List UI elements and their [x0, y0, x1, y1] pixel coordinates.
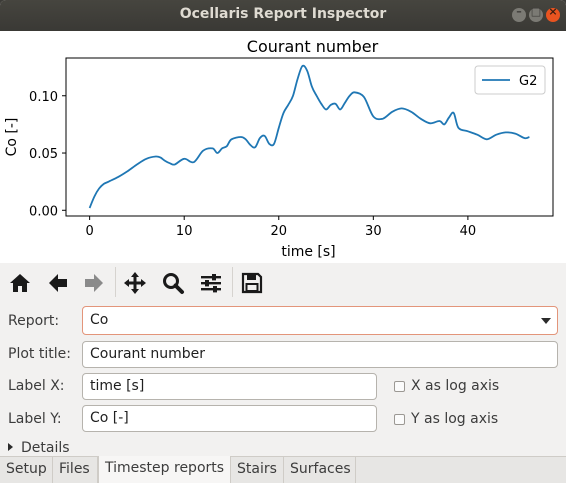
title-bar[interactable]: Ocellaris Report Inspector – □ × — [0, 0, 566, 31]
plot-title-input[interactable]: Courant number — [82, 341, 558, 368]
y-tick-label: 0.10 — [29, 90, 58, 105]
details-label: Details — [21, 440, 70, 456]
y-log-label: Y as log axis — [411, 411, 499, 427]
label-y-label: Label Y: — [8, 411, 62, 427]
y-tick-label: 0.05 — [29, 147, 58, 162]
tab-bar: Setup Files Timestep reports Stairs Surf… — [0, 456, 566, 483]
x-tick-label: 10 — [176, 224, 193, 239]
zoom-button[interactable] — [158, 268, 188, 298]
save-figure-button[interactable] — [237, 268, 267, 298]
x-tick-label: 40 — [460, 224, 477, 239]
window-title: Ocellaris Report Inspector — [179, 6, 387, 22]
back-button[interactable] — [43, 268, 73, 298]
arrow-left-icon — [49, 274, 67, 292]
tab-stairs[interactable]: Stairs — [231, 457, 284, 483]
chevron-down-icon — [541, 318, 551, 324]
minimize-button[interactable]: – — [512, 5, 526, 22]
chart-svg: Courant number 0 10 20 30 40 0.00 0.05 0.10 time … — [4, 37, 554, 260]
y-axis-label: Co [-] — [4, 118, 20, 157]
chart-title: Courant number — [247, 37, 379, 56]
report-label: Report: — [8, 313, 60, 329]
move-icon — [124, 272, 146, 294]
arrow-right-icon — [85, 274, 103, 292]
plot-title-label: Plot title: — [8, 346, 71, 362]
home-button[interactable] — [5, 268, 35, 298]
legend-label: G2 — [519, 74, 537, 89]
minimize-icon: – — [516, 5, 522, 18]
y-tick-label: 0.00 — [29, 204, 58, 219]
zoom-icon — [163, 273, 184, 294]
checkbox-box[interactable] — [394, 414, 405, 425]
x-tick-label: 30 — [365, 224, 382, 239]
home-icon — [10, 274, 30, 292]
report-select[interactable]: Co — [82, 306, 558, 335]
report-select-value: Co — [90, 312, 109, 328]
tab-timestep-reports[interactable]: Timestep reports — [98, 456, 231, 483]
label-y-input[interactable]: Co [-] — [82, 405, 377, 432]
x-axis-label: time [s] — [281, 244, 335, 260]
expand-triangle-icon — [8, 443, 13, 451]
maximize-button[interactable]: □ — [529, 5, 543, 22]
close-icon: × — [548, 5, 558, 18]
save-icon — [241, 272, 263, 294]
plot-toolbar — [0, 263, 566, 301]
x-log-label: X as log axis — [411, 378, 500, 394]
toolbar-separator — [115, 267, 116, 297]
forward-button[interactable] — [79, 268, 109, 298]
checkbox-box[interactable] — [394, 381, 405, 392]
tab-files[interactable]: Files — [53, 457, 98, 483]
app-window: Ocellaris Report Inspector – □ × Courant… — [0, 0, 566, 483]
x-tick-label: 0 — [86, 224, 94, 239]
sliders-icon — [201, 274, 221, 293]
close-button[interactable]: × — [546, 5, 560, 22]
label-x-input[interactable]: time [s] — [82, 373, 377, 400]
configure-subplots-button[interactable] — [196, 268, 226, 298]
label-x-label: Label X: — [8, 378, 65, 394]
toolbar-separator — [232, 267, 233, 297]
pan-button[interactable] — [120, 268, 150, 298]
x-tick-label: 20 — [270, 224, 287, 239]
plot-canvas[interactable]: Courant number 0 10 20 30 40 0.00 0.05 0.10 time … — [0, 31, 566, 263]
maximize-icon: □ — [530, 5, 542, 18]
tab-surfaces[interactable]: Surfaces — [284, 457, 356, 483]
tab-setup[interactable]: Setup — [0, 457, 53, 483]
